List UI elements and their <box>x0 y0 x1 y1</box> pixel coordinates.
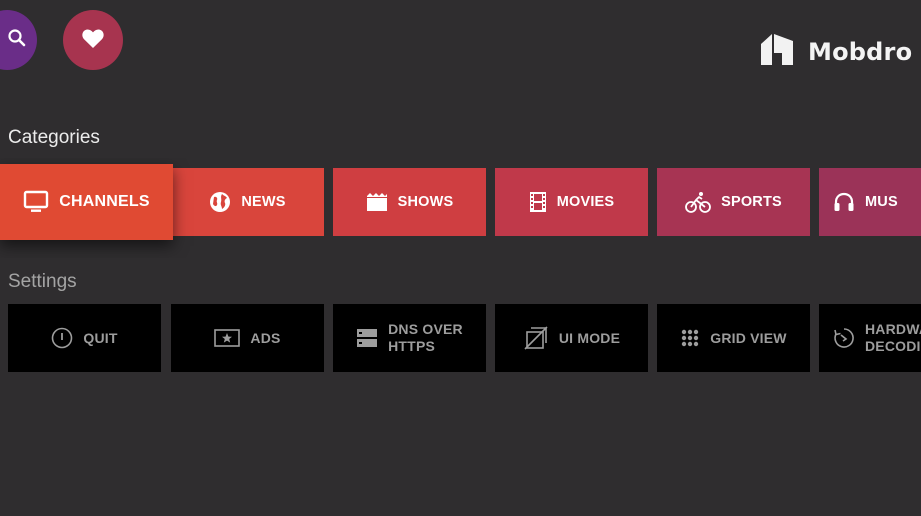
setting-quit[interactable]: QUIT <box>8 304 161 372</box>
server-icon <box>356 327 378 349</box>
globe-icon <box>209 191 231 213</box>
category-news[interactable]: NEWS <box>171 168 324 236</box>
category-music[interactable]: MUS <box>819 168 921 236</box>
heart-icon <box>81 27 105 54</box>
setting-label: QUIT <box>83 330 118 346</box>
tv-icon <box>23 190 49 214</box>
setting-label: GRID VIEW <box>710 330 787 346</box>
setting-ui-mode[interactable]: UI MODE <box>495 304 648 372</box>
favorites-button[interactable] <box>63 10 123 70</box>
settings-row: QUIT ADS DNS OVER HTTPS UI MODE GRID VIE… <box>0 298 921 398</box>
category-label: NEWS <box>241 194 286 210</box>
categories-row: CHANNELS NEWS SHOWS MOVIES SPORTS MUS <box>0 158 921 258</box>
search-icon <box>7 28 27 53</box>
setting-label: ADS <box>250 330 281 346</box>
setting-grid-view[interactable]: GRID VIEW <box>657 304 810 372</box>
setting-ads[interactable]: ADS <box>171 304 324 372</box>
setting-label-line1: HARDWA <box>865 321 921 337</box>
setting-label: UI MODE <box>558 330 621 346</box>
category-label: SHOWS <box>397 194 454 210</box>
power-icon <box>51 327 73 349</box>
mobdro-logo-icon <box>760 32 794 71</box>
setting-hardware-decoding[interactable]: HARDWA DECODIN <box>819 304 921 372</box>
category-label: MUS <box>865 194 898 210</box>
setting-label-line2: DECODIN <box>865 338 921 354</box>
settings-heading: Settings <box>8 271 77 292</box>
category-shows[interactable]: SHOWS <box>333 168 486 236</box>
headphones-icon <box>833 192 855 212</box>
category-label: CHANNELS <box>59 193 150 210</box>
mobdro-home-screen: Mobdro Categories CHANNELS NEWS SHOWS MO… <box>0 0 921 516</box>
categories-heading: Categories <box>8 127 100 148</box>
screen-rotation-icon <box>523 325 549 351</box>
category-movies[interactable]: MOVIES <box>495 168 648 236</box>
category-label: MOVIES <box>556 194 615 210</box>
app-name: Mobdro <box>808 37 913 66</box>
app-logo: Mobdro <box>760 32 912 71</box>
clapperboard-icon <box>366 192 388 212</box>
film-icon <box>529 191 547 213</box>
search-button[interactable] <box>0 10 37 70</box>
setting-label: DNS OVER HTTPS <box>388 321 463 355</box>
star-box-icon <box>214 328 241 348</box>
setting-label-line2: HTTPS <box>388 338 436 354</box>
category-label: SPORTS <box>721 194 782 210</box>
category-channels[interactable]: CHANNELS <box>0 164 173 240</box>
bicycle-icon <box>685 191 711 213</box>
category-sports[interactable]: SPORTS <box>657 168 810 236</box>
setting-label-line1: DNS OVER <box>388 321 463 337</box>
decoder-icon <box>833 327 855 349</box>
setting-dns-over-https[interactable]: DNS OVER HTTPS <box>333 304 486 372</box>
grid-icon <box>680 328 700 348</box>
setting-label: HARDWA DECODIN <box>865 321 921 355</box>
